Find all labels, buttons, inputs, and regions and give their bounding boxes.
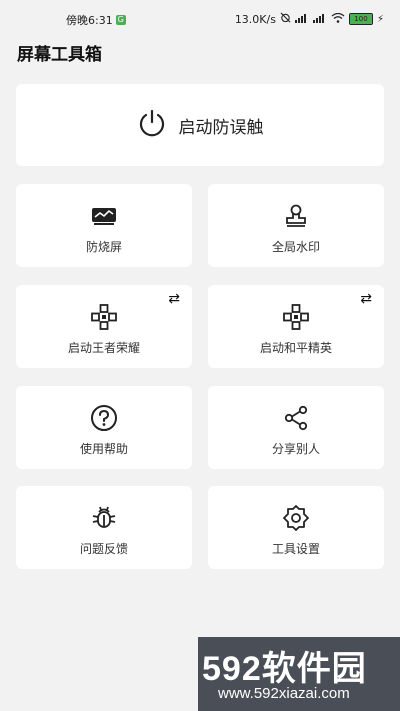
tile-help[interactable]: 使用帮助 [16, 386, 192, 469]
status-bar: 傍晚6:31 G 13.0K/s 100 ⚡ [0, 0, 400, 36]
status-right-group: 13.0K/s 100 ⚡ [235, 12, 384, 26]
tile-label: 启动和平精英 [259, 341, 332, 355]
swap-icon[interactable]: ⇄ [168, 291, 180, 307]
power-icon [137, 108, 167, 142]
tile-label: 问题反馈 [79, 542, 128, 556]
tile-launch-honor-of-kings[interactable]: ⇄ 启动王者荣耀 [16, 285, 192, 368]
tile-label: 防烧屏 [85, 240, 122, 254]
tile-launch-peace-elite[interactable]: ⇄ 启动和平精英 [208, 285, 384, 368]
gamepad-icon [90, 303, 118, 331]
tile-global-watermark[interactable]: 全局水印 [208, 184, 384, 267]
gamepad-icon [282, 303, 310, 331]
tile-settings[interactable]: 工具设置 [208, 486, 384, 569]
tile-share[interactable]: 分享别人 [208, 386, 384, 469]
swap-icon[interactable]: ⇄ [360, 291, 372, 307]
page-title: 屏幕工具箱 [17, 45, 102, 65]
cell-signal-icon-2 [312, 13, 327, 26]
status-time-group: 傍晚6:31 G [66, 12, 126, 28]
tile-label: 使用帮助 [79, 442, 128, 456]
wifi-icon [331, 12, 345, 26]
tile-label: 全局水印 [271, 240, 320, 254]
watermark-url: www.592xiazai.com [218, 685, 350, 702]
charging-icon: ⚡ [376, 13, 384, 25]
alarm-off-icon [280, 12, 291, 26]
battery-level: 100 [354, 15, 368, 23]
bug-icon [90, 504, 118, 532]
tile-feedback[interactable]: 问题反馈 [16, 486, 192, 569]
anti-touch-button[interactable]: 启动防误触 [16, 84, 384, 166]
watermark-title: 592软件园 [202, 650, 367, 688]
screen-wave-icon [90, 202, 118, 230]
tile-label: 分享别人 [271, 442, 320, 456]
help-icon [90, 404, 118, 432]
share-icon [282, 404, 310, 432]
cell-signal-icon-1 [294, 13, 309, 26]
tile-label: 工具设置 [271, 542, 320, 556]
gear-icon [282, 504, 310, 532]
network-speed: 13.0K/s [234, 12, 276, 26]
anti-touch-label: 启动防误触 [178, 117, 264, 138]
battery-icon: 100 [348, 13, 373, 25]
stamp-icon [282, 202, 310, 230]
tile-burn-protection[interactable]: 防烧屏 [16, 184, 192, 267]
tile-label: 启动王者荣耀 [67, 341, 140, 355]
site-watermark: 592软件园 www.592xiazai.com [198, 637, 400, 711]
status-time: 傍晚6:31 [66, 14, 113, 27]
notification-badge-icon: G [115, 15, 126, 25]
